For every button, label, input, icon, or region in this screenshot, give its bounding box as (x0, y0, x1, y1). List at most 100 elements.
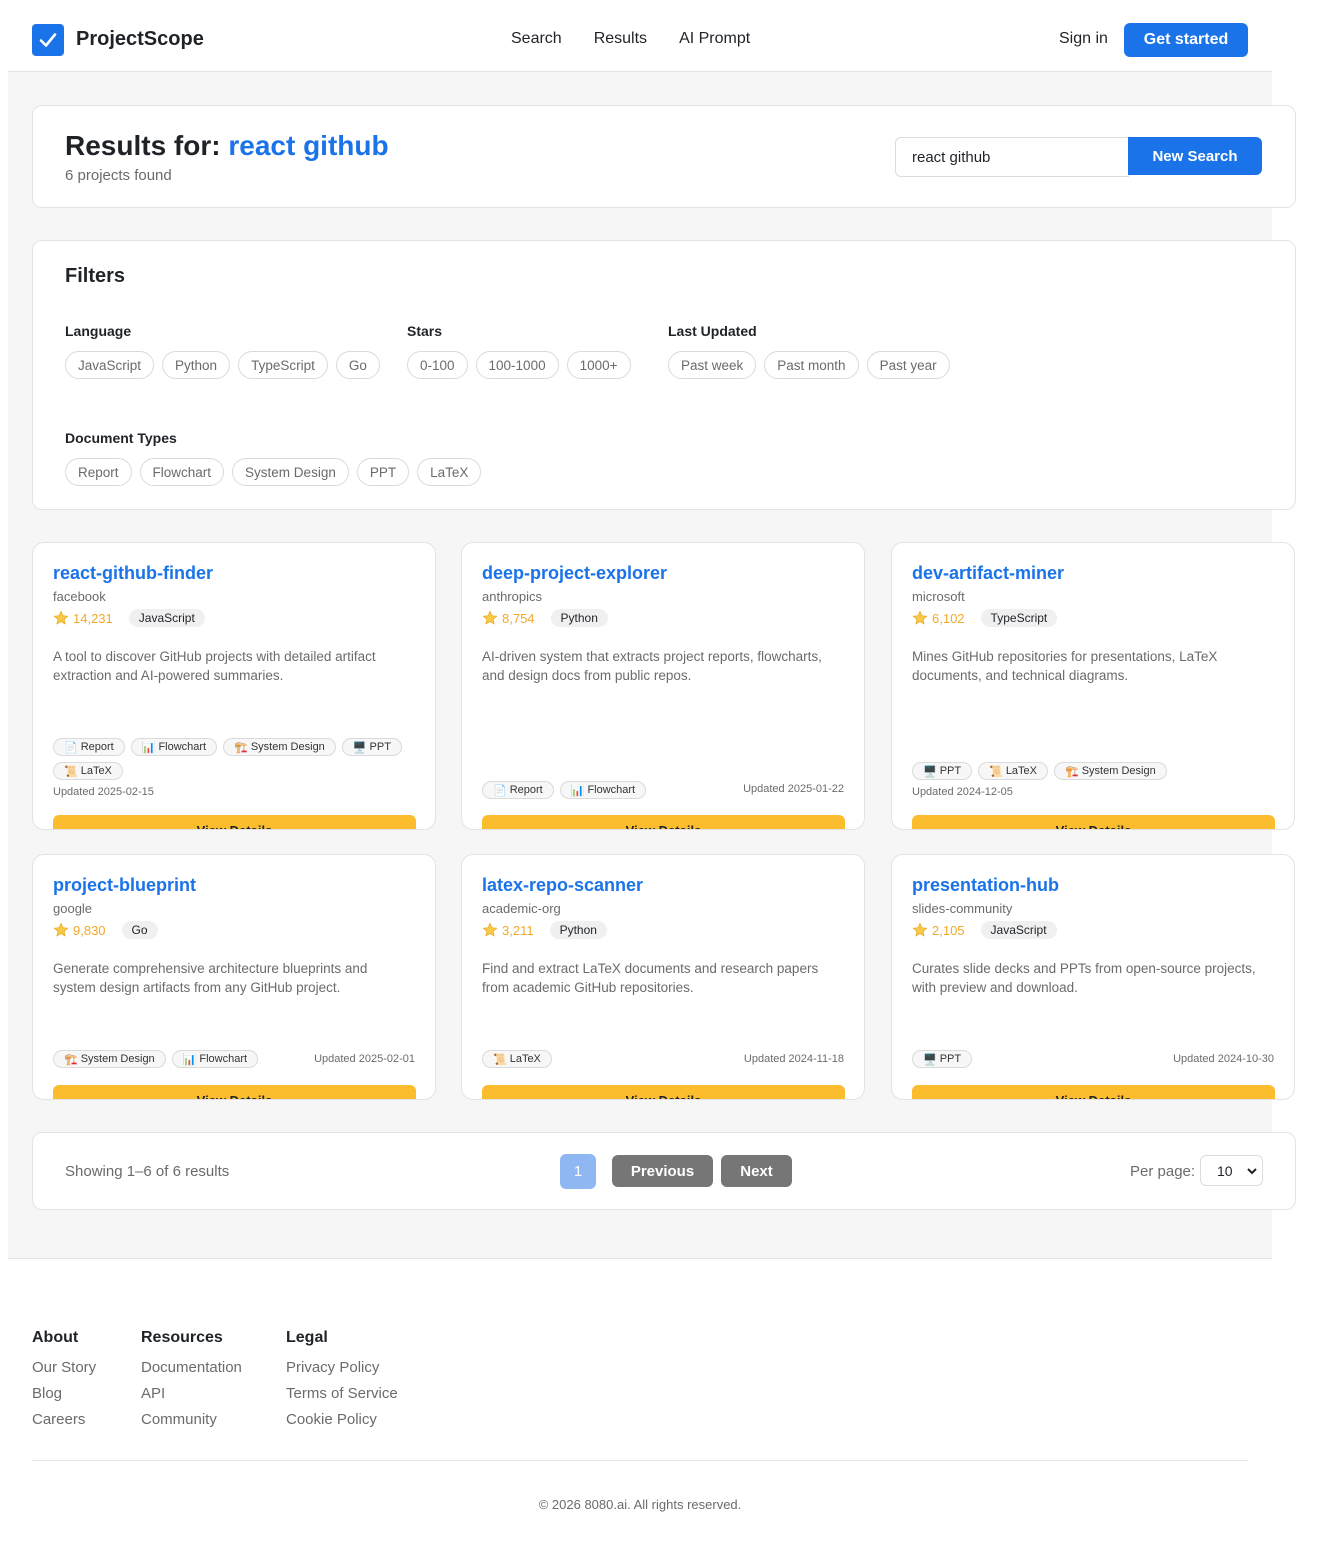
project-card[interactable]: dev-artifact-miner microsoft 6,102 TypeSc… (891, 542, 1295, 830)
filter-chip[interactable]: Past week (668, 351, 757, 379)
updated-date: Updated 2025-02-01 (314, 1053, 415, 1065)
filter-chip[interactable]: PPT (356, 458, 410, 486)
artifact-tag-label: PPT (939, 1053, 962, 1065)
star-count-value: 9,830 (73, 922, 106, 938)
artifact-tag[interactable]: 📄 Report (53, 738, 125, 756)
filter-chip[interactable]: 100-1000 (475, 351, 559, 379)
nav-ai-prompt[interactable]: AI Prompt (679, 30, 750, 48)
search-input[interactable] (895, 137, 1129, 177)
artifact-tag-label: Flowchart (158, 741, 207, 753)
view-details-button[interactable]: View Details (482, 815, 845, 829)
brand-name[interactable]: ProjectScope (76, 28, 204, 51)
artifact-tag-icon: 🖥️ (352, 741, 367, 754)
artifact-tag[interactable]: 📜 LaTeX (53, 762, 123, 780)
filter-chip[interactable]: Python (162, 351, 231, 379)
sign-in-link[interactable]: Sign in (1059, 30, 1108, 48)
artifact-tag-label: Flowchart (587, 784, 636, 796)
project-card[interactable]: latex-repo-scanner academic-org 3,211 Pyt… (461, 854, 865, 1100)
artifact-tag-icon: 📊 (570, 784, 585, 797)
artifact-tag[interactable]: 📄 Report (482, 781, 554, 799)
filter-chip[interactable]: Past month (764, 351, 859, 379)
artifact-tag[interactable]: 📜 LaTeX (978, 762, 1049, 780)
artifact-tag[interactable]: 📊 Flowchart (130, 738, 218, 756)
updated-date: Updated 2025-02-15 (53, 786, 154, 798)
view-details-button[interactable]: View Details (482, 1085, 845, 1099)
filter-label: Last Updated (668, 323, 757, 339)
footer-link[interactable]: Careers (32, 1411, 96, 1437)
footer-link[interactable]: Our Story (32, 1359, 96, 1385)
filter-chip[interactable]: LaTeX (417, 458, 482, 486)
project-owner: facebook (53, 589, 106, 604)
footer-link[interactable]: Privacy Policy (286, 1359, 398, 1385)
filter-chip[interactable]: TypeScript (238, 351, 328, 379)
artifact-tag-icon: 🏗️ (1065, 765, 1079, 778)
project-card[interactable]: react-github-finder facebook 14,231 JavaS… (32, 542, 436, 830)
previous-button[interactable]: Previous (612, 1155, 713, 1187)
filter-chip[interactable]: 1000+ (566, 351, 631, 379)
footer-link[interactable]: API (141, 1385, 242, 1411)
check-logo-icon[interactable] (32, 24, 64, 56)
next-button[interactable]: Next (721, 1155, 792, 1187)
language-badge: Python (550, 609, 608, 627)
language-badge: Python (549, 921, 607, 939)
footer-link[interactable]: Documentation (141, 1359, 242, 1385)
filter-label: Stars (407, 323, 443, 339)
project-name-link[interactable]: dev-artifact-miner (912, 563, 1064, 584)
filter-stars: Stars 0-100 100-1000 1000+ (407, 323, 631, 379)
updated-date: Updated 2025-01-22 (743, 783, 844, 795)
filter-chip[interactable]: Flowchart (139, 458, 225, 486)
filter-chip[interactable]: JavaScript (65, 351, 155, 379)
artifact-tag[interactable]: 🖥️ PPT (341, 738, 402, 756)
artifact-tag[interactable]: 🏗️ System Design (53, 1050, 166, 1068)
footer-link[interactable]: Community (141, 1411, 242, 1437)
filter-chip[interactable]: System Design (232, 458, 349, 486)
view-details-button[interactable]: View Details (912, 815, 1275, 829)
artifact-tag[interactable]: 📊 Flowchart (171, 1050, 259, 1068)
new-search-button[interactable]: New Search (1128, 137, 1262, 175)
project-name-link[interactable]: project-blueprint (53, 875, 196, 896)
get-started-button[interactable]: Get started (1124, 23, 1248, 57)
filter-chip[interactable]: Go (335, 351, 380, 379)
artifact-tag-label: PPT (369, 741, 391, 753)
language-badge: TypeScript (980, 609, 1058, 627)
footer-link[interactable]: Terms of Service (286, 1385, 398, 1411)
filter-last-updated: Last Updated Past week Past month Past y… (668, 323, 950, 379)
filter-chip[interactable]: Past year (866, 351, 950, 379)
artifact-tag-label: LaTeX (1005, 765, 1038, 777)
artifact-tag[interactable]: 📜 LaTeX (482, 1050, 552, 1068)
artifact-tag-icon: 🏗️ (234, 741, 248, 754)
project-name-link[interactable]: presentation-hub (912, 875, 1059, 896)
footer-heading: Legal (286, 1329, 328, 1346)
artifact-tag[interactable]: 🏗️ System Design (1054, 762, 1167, 780)
project-card[interactable]: project-blueprint google 9,830 Go Generat… (32, 854, 436, 1100)
artifact-tag[interactable]: 🏗️ System Design (223, 738, 336, 756)
artifact-tag[interactable]: 🖥️ PPT (912, 762, 973, 780)
artifact-tags: 📄 Report 📊 Flowchart 🏗️ System Design 🖥️ PPT 📜 La… (53, 738, 417, 780)
star-count: 2,105 (912, 922, 965, 938)
artifact-tag-icon: 📜 (64, 765, 78, 778)
footer-link[interactable]: Cookie Policy (286, 1411, 398, 1437)
artifact-tag-icon: 📊 (182, 1053, 197, 1066)
nav-results[interactable]: Results (594, 30, 647, 48)
project-card[interactable]: deep-project-explorer anthropics 8,754 Py… (461, 542, 865, 830)
nav-search[interactable]: Search (511, 30, 562, 48)
project-owner: academic-org (482, 901, 561, 916)
project-card[interactable]: presentation-hub slides-community 2,105 J… (891, 854, 1295, 1100)
artifact-tag-icon: 📄 (493, 784, 507, 797)
per-page-select[interactable]: 10 (1200, 1155, 1263, 1186)
artifact-tag[interactable]: 🖥️ PPT (912, 1050, 973, 1068)
project-name-link[interactable]: deep-project-explorer (482, 563, 667, 584)
filters-title: Filters (65, 265, 126, 287)
pagination-panel: Showing 1–6 of 6 results 1 Previous Next… (32, 1132, 1296, 1210)
project-name-link[interactable]: latex-repo-scanner (482, 875, 643, 896)
artifact-tag[interactable]: 📊 Flowchart (559, 781, 647, 799)
view-details-button[interactable]: View Details (912, 1085, 1275, 1099)
project-name-link[interactable]: react-github-finder (53, 563, 213, 584)
filter-chip[interactable]: Report (65, 458, 132, 486)
view-details-button[interactable]: View Details (53, 1085, 416, 1099)
page-1-button[interactable]: 1 (560, 1154, 596, 1189)
filter-chip[interactable]: 0-100 (407, 351, 468, 379)
footer-link[interactable]: Blog (32, 1385, 96, 1411)
results-query: react github (228, 130, 389, 161)
view-details-button[interactable]: View Details (53, 815, 416, 829)
